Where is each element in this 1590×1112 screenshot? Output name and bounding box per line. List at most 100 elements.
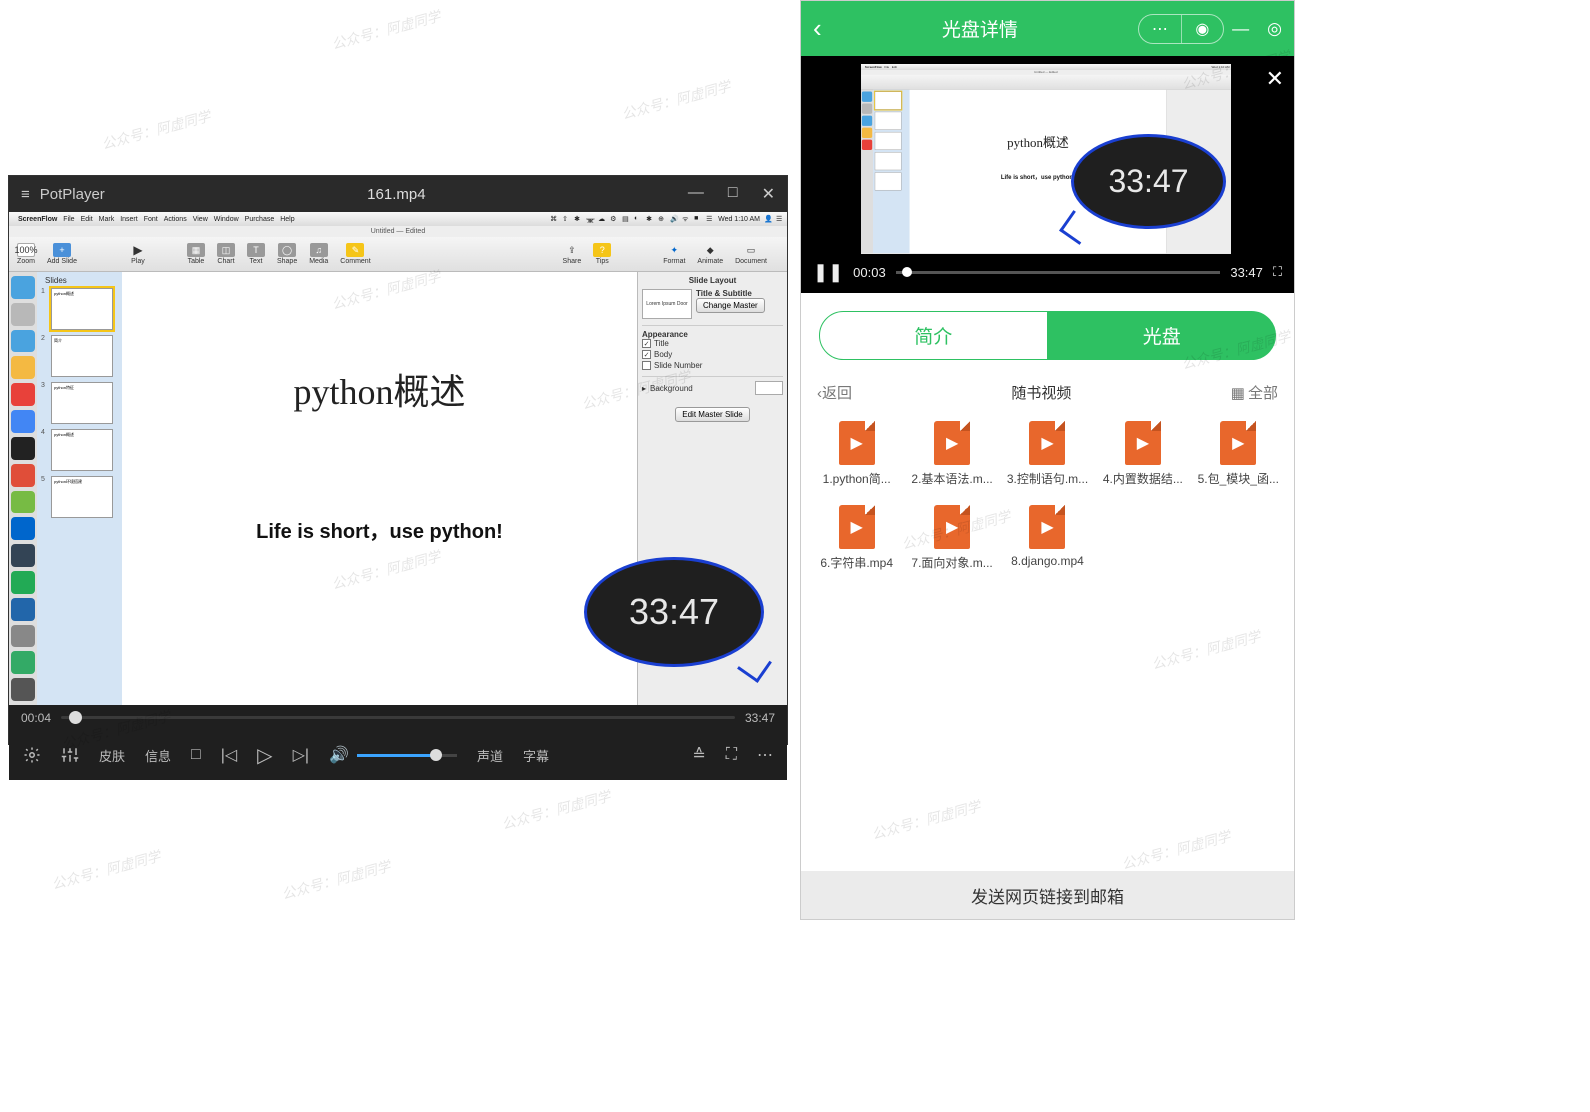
slide-thumb[interactable]: 3python特征	[41, 382, 118, 424]
close-icon[interactable]: ✕	[1266, 66, 1284, 92]
change-master-button[interactable]: Change Master	[696, 298, 765, 313]
slides-panel: Slides 1python概述 2简介 3python特征 4python概述…	[37, 272, 122, 705]
prev-button[interactable]: |◁	[221, 745, 237, 765]
nav-title: 随书视频	[852, 382, 1231, 403]
playlist-icon[interactable]: ≙	[692, 745, 705, 765]
body-checkbox[interactable]: ✓Body	[642, 350, 783, 359]
tips-tool[interactable]: ?Tips	[593, 243, 611, 265]
video-seek[interactable]	[896, 271, 1221, 274]
capsule-menu-icon[interactable]: ⋯	[1139, 15, 1181, 43]
video-file-icon: ▶	[839, 421, 875, 465]
video-file-icon: ▶	[1029, 505, 1065, 549]
slide-subtitle: Life is short，use python!	[256, 515, 503, 544]
total-time: 33:47	[745, 711, 775, 725]
nav-all[interactable]: ▦全部	[1231, 382, 1278, 403]
play-button[interactable]: ▷	[257, 743, 272, 768]
file-item[interactable]: ▶6.字符串.mp4	[811, 505, 902, 571]
potplayer-titlebar: ≡ PotPlayer 161.mp4 — □ ✕	[9, 176, 787, 212]
video-filename: 161.mp4	[105, 186, 688, 203]
background-swatch[interactable]	[755, 381, 783, 395]
comment-tool[interactable]: ✎Comment	[340, 243, 370, 265]
stop-button[interactable]: □	[191, 746, 201, 764]
seek-thumb[interactable]	[69, 711, 82, 724]
sub-nav: ‹返回 随书视频 ▦全部	[801, 378, 1294, 407]
watermark: 公众号：阿虚同学	[619, 76, 732, 124]
minimize-button[interactable]: —	[688, 184, 704, 204]
window-buttons: — □ ✕	[688, 184, 775, 204]
shape-tool[interactable]: ◯Shape	[277, 243, 297, 265]
animate-tool[interactable]: ◆Animate	[697, 243, 723, 265]
layout-thumb[interactable]: Lorem Ipsum Door	[642, 289, 692, 319]
file-item[interactable]: ▶7.面向对象.m...	[906, 505, 997, 571]
duration-callout: 33:47	[1071, 134, 1226, 229]
minimize-icon[interactable]: —	[1232, 19, 1249, 39]
skin-button[interactable]: 皮肤	[99, 746, 125, 765]
mac-dock[interactable]	[9, 272, 37, 705]
mac-toolbar: 100%Zoom +Add Slide ▶Play ▦Table ◫Chart …	[9, 237, 787, 272]
settings-icon[interactable]	[23, 746, 41, 764]
capsule-close-icon[interactable]: ◉	[1181, 15, 1224, 43]
slidenum-checkbox[interactable]: Slide Number	[642, 361, 783, 370]
more-icon[interactable]: ⋯	[757, 745, 773, 765]
close-button[interactable]: ✕	[762, 184, 775, 204]
mac-clock: Wed 1:10 AM	[718, 216, 760, 223]
volume-slider[interactable]	[357, 754, 457, 757]
play-tool[interactable]: ▶Play	[129, 243, 147, 265]
title-checkbox[interactable]: ✓Title	[642, 339, 783, 348]
slide-canvas[interactable]: python概述 Life is short，use python!	[122, 272, 637, 705]
text-tool[interactable]: TText	[247, 243, 265, 265]
video-file-icon: ▶	[1125, 421, 1161, 465]
volume-icon[interactable]: 🔊	[329, 745, 349, 765]
file-item[interactable]: ▶1.python简...	[811, 421, 902, 487]
add-slide-tool[interactable]: +Add Slide	[47, 243, 77, 265]
potplayer-window: ≡ PotPlayer 161.mp4 — □ ✕ ScreenFlow Fil…	[8, 175, 788, 745]
menu-icon[interactable]: ≡	[21, 186, 30, 203]
info-button[interactable]: 信息	[145, 746, 171, 765]
fullscreen-icon[interactable]: ⛶	[726, 745, 737, 765]
fullscreen-icon[interactable]: ⛶	[1273, 264, 1282, 280]
format-tool[interactable]: ✦Format	[663, 243, 685, 265]
table-tool[interactable]: ▦Table	[187, 243, 205, 265]
video-area[interactable]: ScreenFlow FileEditMarkInsertFontActions…	[9, 212, 787, 705]
audio-button[interactable]: 声道	[477, 746, 503, 765]
next-button[interactable]: ▷|	[293, 745, 309, 765]
watermark: 公众号：阿虚同学	[329, 6, 442, 54]
send-link-button[interactable]: 发送网页链接到邮箱	[801, 871, 1294, 919]
subtitle-button[interactable]: 字幕	[523, 746, 549, 765]
watermark: 公众号：阿虚同学	[49, 846, 162, 894]
document-tool[interactable]: ▭Document	[735, 243, 767, 265]
slide-thumb[interactable]: 1python概述	[41, 288, 118, 330]
target-icon[interactable]: ◎	[1267, 19, 1282, 39]
grid-icon: ▦	[1231, 384, 1245, 402]
file-item[interactable]: ▶4.内置数据结...	[1097, 421, 1188, 487]
pause-icon[interactable]: ❚❚	[813, 262, 843, 283]
app-name: PotPlayer	[40, 186, 105, 203]
duration-callout: 33:47	[584, 557, 764, 667]
mac-app-name: ScreenFlow	[18, 216, 57, 223]
share-tool[interactable]: ⇪Share	[563, 243, 582, 265]
slide-thumb[interactable]: 4python概述	[41, 429, 118, 471]
seek-bar[interactable]: 00:04 33:47	[9, 705, 787, 730]
slide-thumb[interactable]: 2简介	[41, 335, 118, 377]
chart-tool[interactable]: ◫Chart	[217, 243, 235, 265]
seek-track[interactable]	[61, 716, 735, 719]
file-item[interactable]: ▶2.基本语法.m...	[906, 421, 997, 487]
tab-intro[interactable]: 简介	[819, 311, 1048, 360]
mac-menus: FileEditMarkInsertFontActionsViewWindowP…	[63, 216, 294, 223]
media-tool[interactable]: ♫Media	[309, 243, 328, 265]
file-item[interactable]: ▶5.包_模块_函...	[1193, 421, 1284, 487]
file-grid: ▶1.python简... ▶2.基本语法.m... ▶3.控制语句.m... …	[801, 407, 1294, 585]
video-file-icon: ▶	[839, 505, 875, 549]
zoom-tool[interactable]: 100%Zoom	[17, 243, 35, 265]
maximize-button[interactable]: □	[728, 184, 738, 204]
edit-master-button[interactable]: Edit Master Slide	[675, 407, 749, 422]
slide-thumb[interactable]: 5python环境搭建	[41, 476, 118, 518]
equalizer-icon[interactable]	[61, 746, 79, 764]
nav-back[interactable]: ‹返回	[817, 382, 852, 403]
file-item[interactable]: ▶3.控制语句.m...	[1002, 421, 1093, 487]
wechat-video[interactable]: ✕ ScreenFlowFileEditWed 1:10 AM Untitled…	[801, 56, 1294, 293]
back-icon[interactable]: ‹	[813, 13, 822, 44]
file-item[interactable]: ▶8.django.mp4	[1002, 505, 1093, 571]
tab-disc[interactable]: 光盘	[1048, 311, 1277, 360]
video-file-icon: ▶	[1029, 421, 1065, 465]
